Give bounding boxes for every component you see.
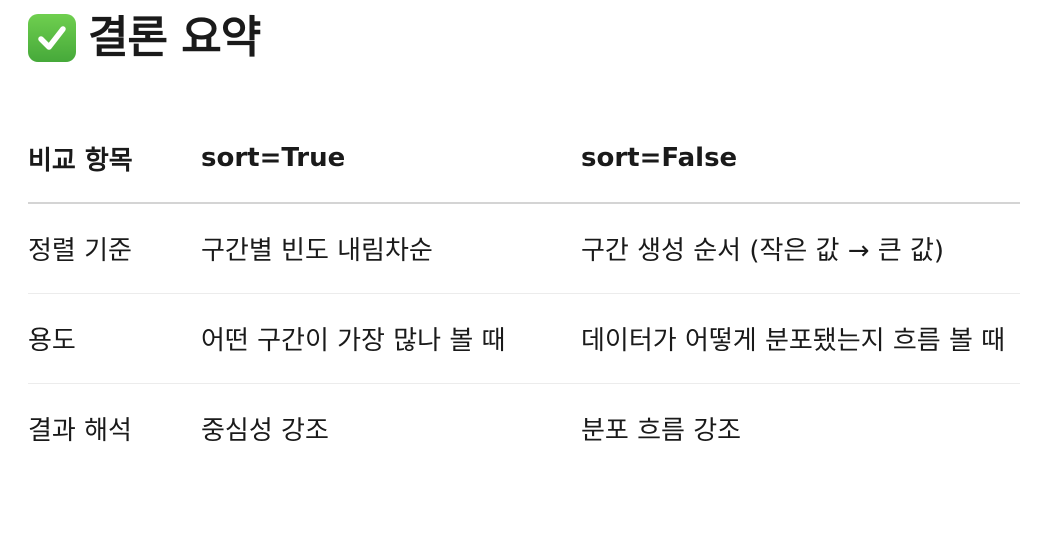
row-label: 용도: [28, 293, 201, 384]
cell-sort-false: 구간 생성 순서 (작은 값 → 큰 값): [581, 203, 1020, 294]
check-mark-button-icon: [28, 14, 76, 62]
header-sort-false: sort=False: [581, 114, 1020, 204]
section-heading: 결론 요약: [28, 10, 261, 66]
cell-sort-true: 구간별 빈도 내림차순: [201, 203, 581, 294]
header-sort-true: sort=True: [201, 114, 581, 204]
row-label: 정렬 기준: [28, 203, 201, 294]
row-label: 결과 해석: [28, 416, 132, 446]
table-row: 정렬 기준 구간별 빈도 내림차순 구간 생성 순서 (작은 값 → 큰 값): [28, 203, 1020, 294]
cell-sort-true: 어떤 구간이 가장 많나 볼 때: [201, 293, 581, 384]
cell-sort-false: 분포 흐름 강조: [581, 416, 742, 446]
table-row: 결과 해석 중심성 강조 분포 흐름 강조: [28, 384, 1020, 474]
header-compare-item: 비교 항목: [28, 114, 201, 204]
table-row: 용도 어떤 구간이 가장 많나 볼 때 데이터가 어떻게 분포됐는지 흐름 볼 …: [28, 293, 1020, 384]
table-header-row: 비교 항목 sort=True sort=False: [28, 114, 1020, 204]
cell-sort-true: 중심성 강조: [201, 416, 329, 446]
comparison-table: 비교 항목 sort=True sort=False 정렬 기준 구간별 빈도 …: [28, 114, 1020, 473]
section-title: 결론 요약: [88, 12, 261, 63]
cell-sort-false: 데이터가 어떻게 분포됐는지 흐름 볼 때: [581, 293, 1020, 384]
